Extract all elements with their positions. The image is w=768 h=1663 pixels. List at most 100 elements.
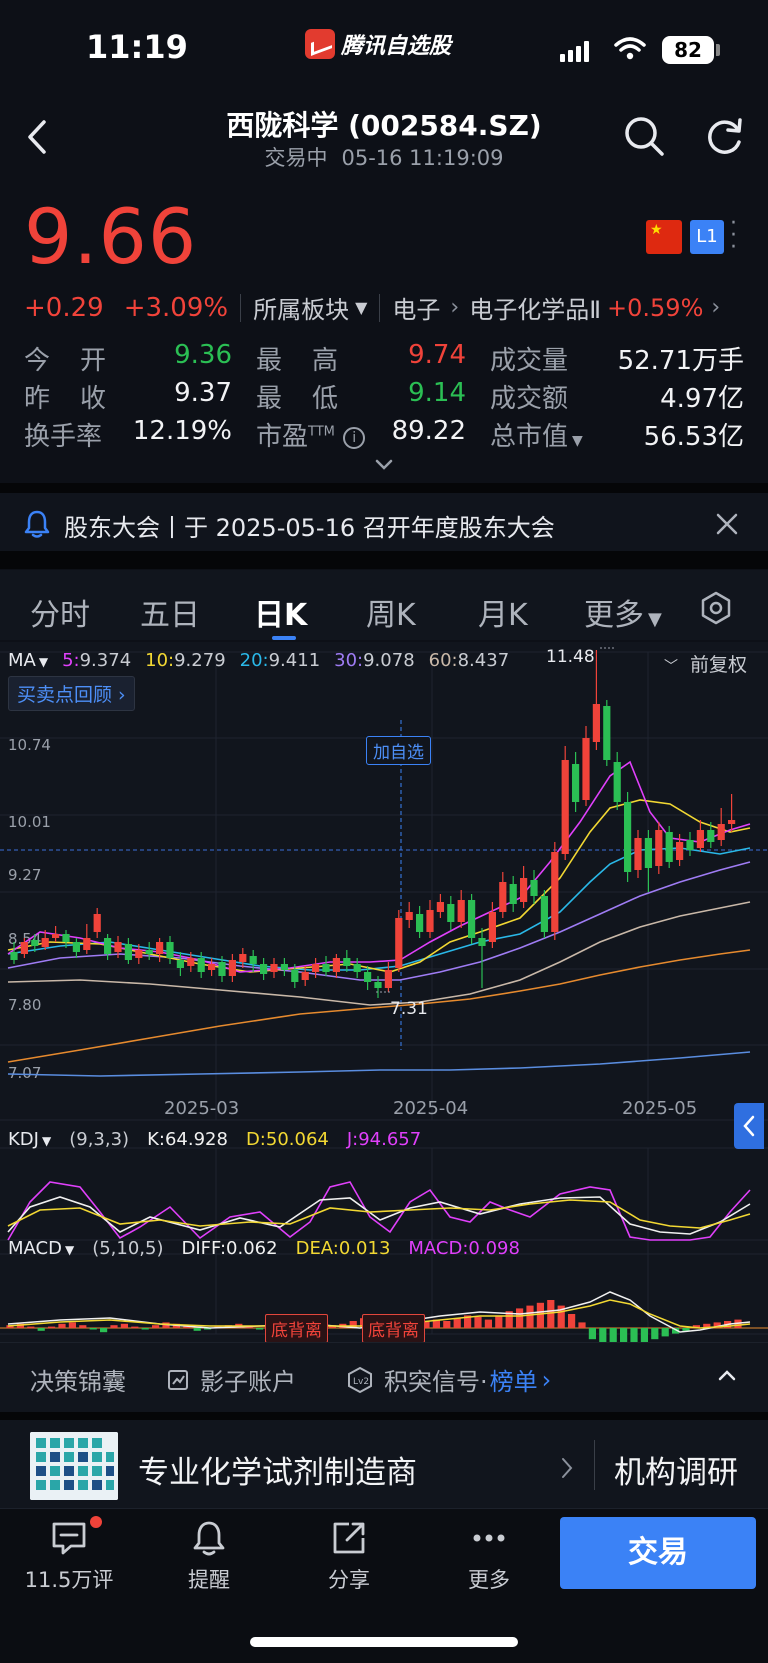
ma20-legend: 20:9.411 [240,650,321,671]
ma10-legend: 10:9.279 [145,650,226,671]
refresh-icon[interactable] [700,112,748,160]
sector-link-2[interactable]: 电子化学品Ⅱ [469,290,601,325]
ma10-key: 10: [145,650,175,671]
macd-bar [547,1300,555,1328]
candle-body [135,950,143,958]
prev-close-label: 昨 收 [24,384,109,414]
macd-selector[interactable]: MACD ▼ [8,1238,74,1259]
home-indicator[interactable] [250,1637,518,1647]
candle-body [717,824,725,840]
ma-selector[interactable]: MA ▼ [8,650,48,671]
divergence-tag[interactable]: 底背离 [265,1314,328,1343]
chart-box-icon [168,1369,188,1390]
tab-monthly-k[interactable]: 月K [478,590,528,634]
macd-macd-value: MACD:0.098 [408,1238,520,1259]
tab-daily-k[interactable]: 日K [254,590,307,634]
company-tagline[interactable]: 专业化学试剂制造商 [138,1447,417,1492]
divergence-tag[interactable]: 底背离 [362,1314,425,1343]
kdj-label: KDJ [8,1129,39,1150]
mktcap-label[interactable]: 总市值 ▼ [490,416,583,453]
shadow-account-link[interactable]: 影子账户 [166,1362,296,1397]
ma20-value: 9.411 [268,650,321,671]
level-badge[interactable]: L1 [690,220,724,254]
sector-dropdown[interactable]: 所属板块 [253,290,349,325]
mktcap-label-text: 总市值 [490,422,569,452]
ma30-value: 9.078 [363,650,415,671]
macd-bar [630,1328,638,1342]
macd-bar [100,1328,108,1333]
x-tick: 2025-03 [164,1098,239,1119]
candle-body [665,832,673,862]
chevron-right-icon[interactable] [560,1456,574,1480]
turnover-value: 12.19% [132,416,232,446]
macd-bar [58,1323,66,1328]
macd-bar [193,1328,201,1331]
ma-legend[interactable]: MA ▼ 5:9.374 10:9.279 20:9.411 30:9.078 6… [8,650,509,671]
signal-link[interactable]: Lv2 积突信号· 榜单 › [346,1362,551,1397]
candle-body [520,878,528,902]
nav-alert[interactable]: 提醒 [154,1518,264,1594]
trade-review-button[interactable]: 买卖点回顾 › [8,676,135,711]
chevron-down-icon[interactable] [374,458,394,472]
macd-bar [609,1328,617,1342]
kdj-params: (9,3,3) [69,1129,130,1150]
china-flag-icon [646,220,682,254]
review-label: 买卖点回顾 [17,684,113,706]
macd-legend[interactable]: MACD ▼ (5,10,5) DIFF:0.062 DEA:0.013 MACD… [8,1238,520,1259]
adjust-label: 前复权 [690,654,748,676]
tab-weekly-k[interactable]: 周K [366,590,416,634]
chevron-left-icon[interactable] [734,1103,764,1149]
tab-intraday[interactable]: 分时 [30,590,90,634]
candle-body [124,944,132,960]
trade-button[interactable]: 交易 [560,1517,756,1589]
pe-label[interactable]: 市盈TTM i [256,416,366,453]
pe-value: 89.22 [391,416,466,446]
tab-five-day[interactable]: 五日 [140,590,200,634]
macd-bar [27,1326,35,1329]
x-tick: 2025-05 [622,1098,697,1119]
close-icon[interactable] [714,511,740,537]
macd-bar [620,1328,628,1342]
macd-dea-value: DEA:0.013 [295,1238,391,1259]
kdj-legend[interactable]: KDJ ▼ (9,3,3) K:64.928 D:50.064 J:94.657 [8,1129,421,1150]
bell-icon [193,1521,225,1556]
more-vertical-icon[interactable]: · · · [730,213,740,259]
add-watchlist-button[interactable]: 加自选 [366,736,431,765]
app-logo-icon [305,29,335,59]
candle-body [416,914,424,932]
institution-research-link[interactable]: 机构调研 [614,1447,738,1492]
chevron-down-icon: ﹀ [664,659,678,675]
current-price: 9.66 [24,192,198,281]
y-tick: 9.27 [8,866,41,884]
ranking-link[interactable]: 榜单 [490,1362,538,1397]
candle-body [395,918,403,968]
tab-more[interactable]: 更多 ▼ [584,590,662,634]
divider [240,293,242,322]
ma-long-blue [7,1051,751,1077]
candle-body [624,802,632,872]
y-axis-ticks: 10.74 10.01 9.27 8.54 7.80 7.07 [8,736,51,1082]
chevron-up-icon[interactable] [716,1366,738,1384]
decision-kit-link[interactable]: 决策锦囊 [30,1362,126,1397]
kdj-selector[interactable]: KDJ ▼ [8,1129,51,1150]
high-value: 9.74 [408,340,466,370]
candle-body [686,840,694,850]
nav-more[interactable]: 更多 [434,1518,544,1594]
info-icon[interactable]: i [343,426,366,449]
candle-body [353,964,361,972]
sector-link-1[interactable]: 电子 [392,290,440,325]
settings-icon[interactable] [698,590,734,626]
y-tick: 10.74 [8,736,51,754]
nav-share[interactable]: 分享 [294,1518,404,1594]
nav-comments[interactable]: 11.5万评 [14,1518,124,1594]
candle-body [561,760,569,854]
candle-body [644,838,652,868]
low-label: 最 低 [256,384,341,414]
candle-body [384,970,392,988]
price-adjust-toggle[interactable]: ﹀ 前复权 [664,650,747,677]
candle-body [145,950,153,954]
search-icon[interactable] [620,112,668,160]
notice-text[interactable]: 股东大会丨于 2025-05-16 召开年度股东大会 [64,508,555,543]
candle-body [197,958,205,972]
candle-body [436,902,444,912]
